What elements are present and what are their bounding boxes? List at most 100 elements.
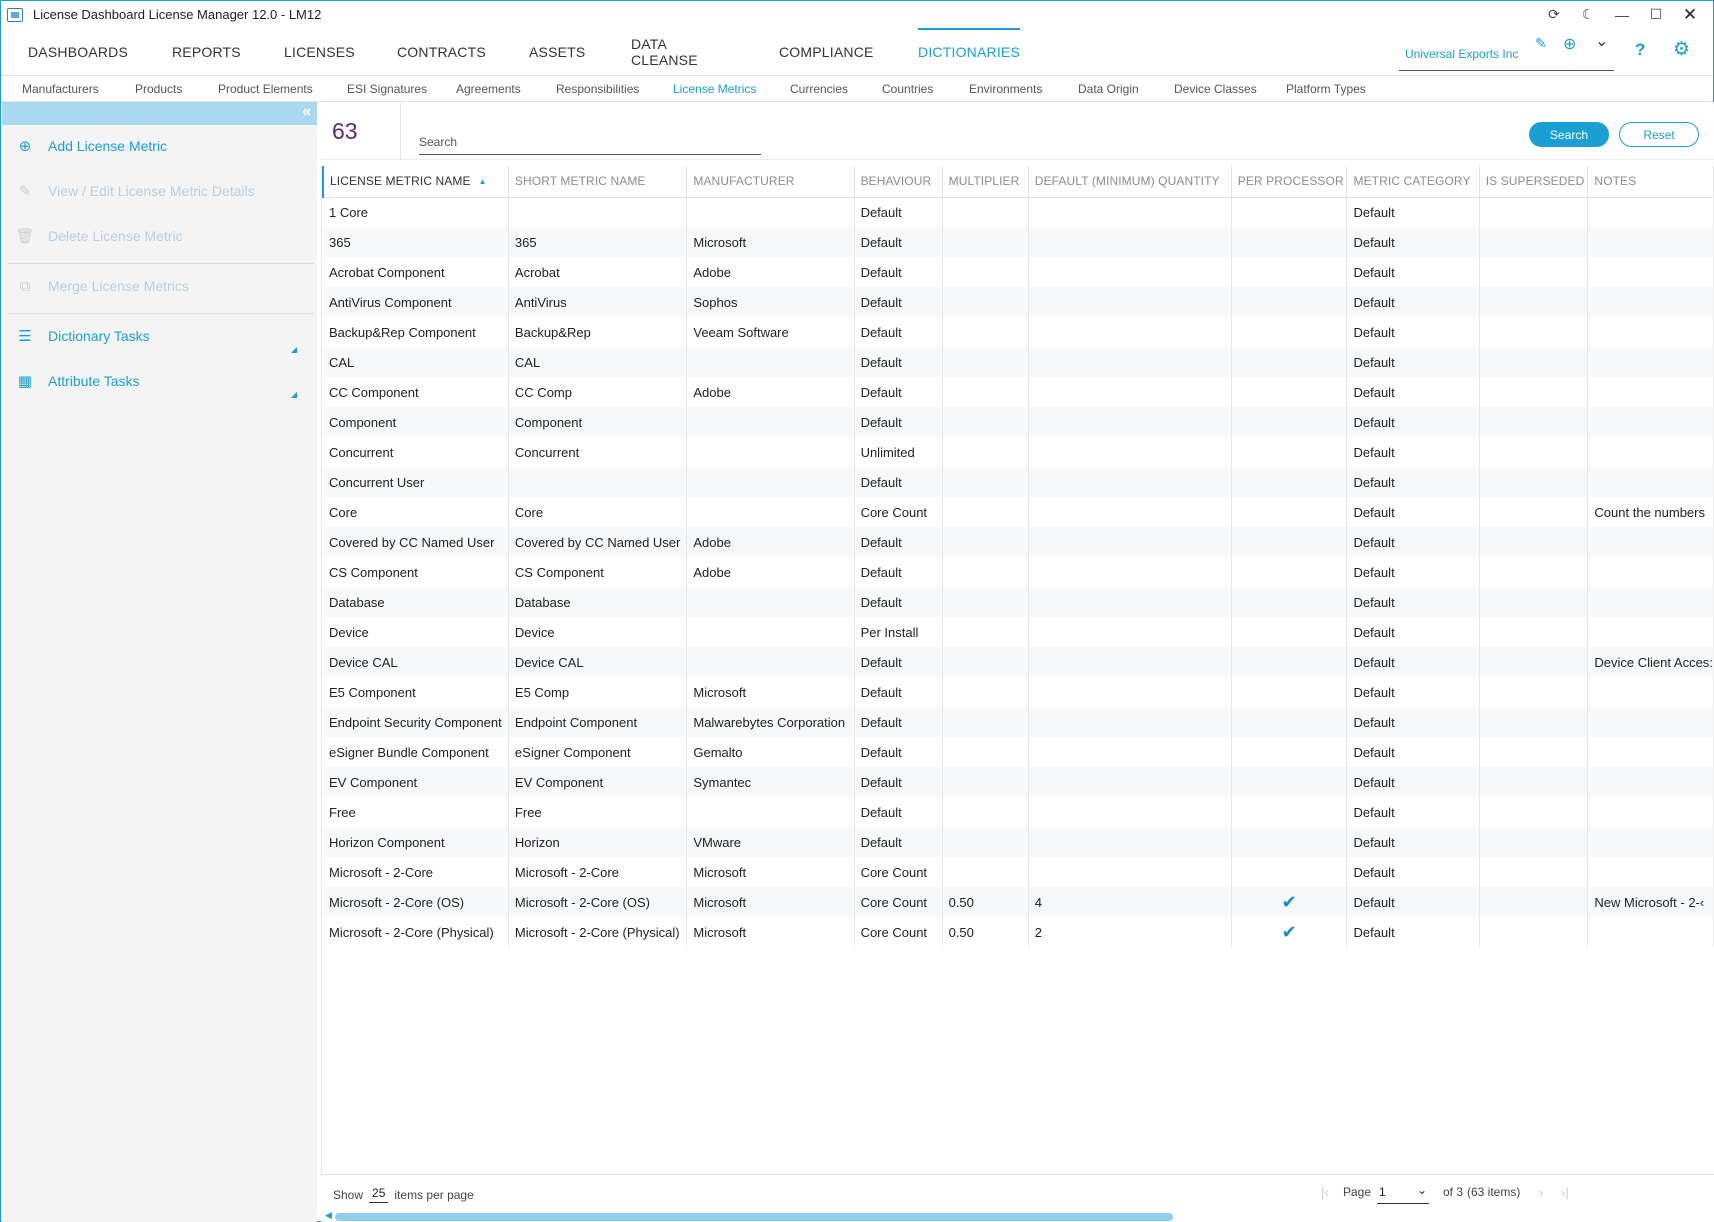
sort-ascending-icon[interactable]: ▲ [479,177,487,186]
tab-reports[interactable]: REPORTS [172,28,241,76]
table-row[interactable]: Microsoft - 2-Core (OS) Microsoft - 2-Cor… [323,887,1714,917]
subtab-platform-types[interactable]: Platform Types [1286,82,1366,96]
task-merge-license-metrics[interactable]: ⧉ Merge License Metrics [16,277,189,295]
table-row[interactable]: Backup&Rep Component Backup&Rep Veeam Soft… [323,317,1714,347]
column-header[interactable]: BEHAVIOUR [854,166,943,198]
table-cell [1587,287,1714,317]
table-row[interactable]: Free Free Default Default [323,797,1714,827]
help-icon[interactable]: ? [1635,40,1645,60]
subtab-agreements[interactable]: Agreements [456,82,521,96]
column-header[interactable]: LICENSE METRIC NAME ▲ [322,166,509,198]
expand-arrow-icon[interactable]: ◢ [291,390,297,399]
column-header[interactable]: METRIC CATEGORY [1346,166,1480,198]
table-row[interactable]: eSigner Bundle Component eSigner Componen… [323,737,1714,767]
table-row[interactable]: Concurrent User Default Default [323,467,1714,497]
subtab-responsibilities[interactable]: Responsibilities [556,82,639,96]
subtab-countries[interactable]: Countries [882,82,933,96]
tab-assets[interactable]: ASSETS [529,28,585,76]
table-cell: eSigner Component [508,737,688,767]
subtab-environments[interactable]: Environments [969,82,1042,96]
table-cell: Database [508,587,688,617]
table-row[interactable]: 1 Core Default Default [323,197,1714,227]
table-cell: Default [854,767,943,797]
table-row[interactable]: Horizon Component Horizon VMware Default Def… [323,827,1714,857]
table-cell: Default [1346,737,1480,767]
table-cell: AntiVirus [508,287,688,317]
table-row[interactable]: Device CAL Device CAL Default Default Device… [323,647,1714,677]
table-row[interactable]: Database Database Default Default [323,587,1714,617]
tab-licenses[interactable]: LICENSES [284,28,355,76]
table-row[interactable]: Acrobat Component Acrobat Adobe Default Defa… [323,257,1714,287]
table-row[interactable]: Microsoft - 2-Core (Physical) Microsoft -… [323,917,1714,947]
tab-data-cleanse[interactable]: DATA CLEANSE [631,28,698,76]
tab-dashboards[interactable]: DASHBOARDS [28,28,128,76]
add-organization-icon[interactable]: ⊕ [1563,34,1576,54]
table-cell [1479,437,1589,467]
subtab-products[interactable]: Products [135,82,182,96]
column-header[interactable]: MULTIPLIER [942,166,1029,198]
table-row[interactable]: CS Component CS Component Adobe Default Defa… [323,557,1714,587]
table-row[interactable]: CAL CAL Default Default [323,347,1714,377]
subtab-data-origin[interactable]: Data Origin [1078,82,1139,96]
maximize-button[interactable]: ☐ [1639,1,1673,28]
reset-button[interactable]: Reset [1619,122,1699,147]
scrollbar-thumb[interactable] [335,1213,1173,1221]
subtab-license-metrics[interactable]: License Metrics [673,82,756,96]
table-row[interactable]: Covered by CC Named User Covered by CC Na… [323,527,1714,557]
close-button[interactable]: ✕ [1673,1,1707,28]
theme-moon-icon[interactable]: ☾ [1571,1,1605,28]
table-cell [1028,707,1232,737]
organization-selector[interactable]: Universal Exports Inc [1399,37,1614,71]
table-row[interactable]: Component Component Default Default [323,407,1714,437]
column-header[interactable]: MANUFACTURER [686,166,855,198]
column-header[interactable]: IS SUPERSEDED [1479,166,1589,198]
table-row[interactable]: Microsoft - 2-Core Microsoft - 2-Core Micr… [323,857,1714,887]
subtab-manufacturers[interactable]: Manufacturers [22,82,99,96]
refresh-icon[interactable]: ⟳ [1537,1,1571,28]
subtab-esi-signatures[interactable]: ESI Signatures [347,82,427,96]
table-row[interactable]: Device Device Per Install Default [323,617,1714,647]
scroll-left-icon[interactable]: ◀ [325,1210,332,1221]
task-attribute-tasks[interactable]: ▦ Attribute Tasks [16,372,140,390]
next-page-icon[interactable]: › [1539,1185,1543,1200]
column-header[interactable]: PER PROCESSOR [1231,166,1348,198]
table-row[interactable]: CC Component CC Comp Adobe Default Default [323,377,1714,407]
page-size-input[interactable]: 25 [369,1186,389,1203]
subtab-product-elements[interactable]: Product Elements [218,82,313,96]
task-delete-license-metric[interactable]: 🗑 Delete License Metric [15,227,182,245]
edit-organization-icon[interactable]: ✎ [1535,35,1547,52]
table-cell [686,587,855,617]
column-header[interactable]: NOTES [1587,166,1714,198]
task-view-edit-license-metric-details[interactable]: ✎ View / Edit License Metric Details [16,182,255,200]
table-cell: Default [1346,347,1480,377]
table-row[interactable]: 365 365 Microsoft Default Default [323,227,1714,257]
minimize-button[interactable]: — [1605,1,1639,28]
subtab-device-classes[interactable]: Device Classes [1174,82,1257,96]
last-page-icon[interactable]: ›| [1561,1185,1569,1200]
table-row[interactable]: Endpoint Security Component Endpoint Comp… [323,707,1714,737]
table-row[interactable]: EV Component EV Component Symantec Default D… [323,767,1714,797]
collapse-panel-icon[interactable]: « [302,103,311,121]
column-header[interactable]: DEFAULT (MINIMUM) QUANTITY [1028,166,1232,198]
table-cell [942,857,1029,887]
table-row[interactable]: E5 Component E5 Comp Microsoft Default Defau… [323,677,1714,707]
gear-icon[interactable]: ⚙ [1673,38,1690,61]
first-page-icon[interactable]: |‹ [1321,1185,1329,1200]
chevron-down-icon: ⌄ [1416,1183,1427,1197]
horizontal-scrollbar[interactable]: ◀ [321,1210,1714,1222]
tab-contracts[interactable]: CONTRACTS [397,28,486,76]
task-dictionary-tasks[interactable]: ☰ Dictionary Tasks [16,327,149,345]
table-row[interactable]: AntiVirus Component AntiVirus Sophos Defaul… [323,287,1714,317]
tab-compliance[interactable]: COMPLIANCE [779,28,874,76]
search-input[interactable] [419,128,761,156]
table-row[interactable]: Core Core Core Count Default Count the numbe… [323,497,1714,527]
table-row[interactable]: Concurrent Concurrent Unlimited Default [323,437,1714,467]
column-header[interactable]: SHORT METRIC NAME [508,166,688,198]
expand-arrow-icon[interactable]: ◢ [291,345,297,354]
chevron-down-icon[interactable]: ⌄ [1595,31,1608,51]
tab-dictionaries[interactable]: DICTIONARIES [918,28,1020,76]
subtab-currencies[interactable]: Currencies [790,82,848,96]
page-select[interactable]: 1 ⌄ [1377,1182,1429,1204]
task-add-license-metric[interactable]: ⊕ Add License Metric [16,137,167,155]
search-button[interactable]: Search [1529,122,1609,147]
